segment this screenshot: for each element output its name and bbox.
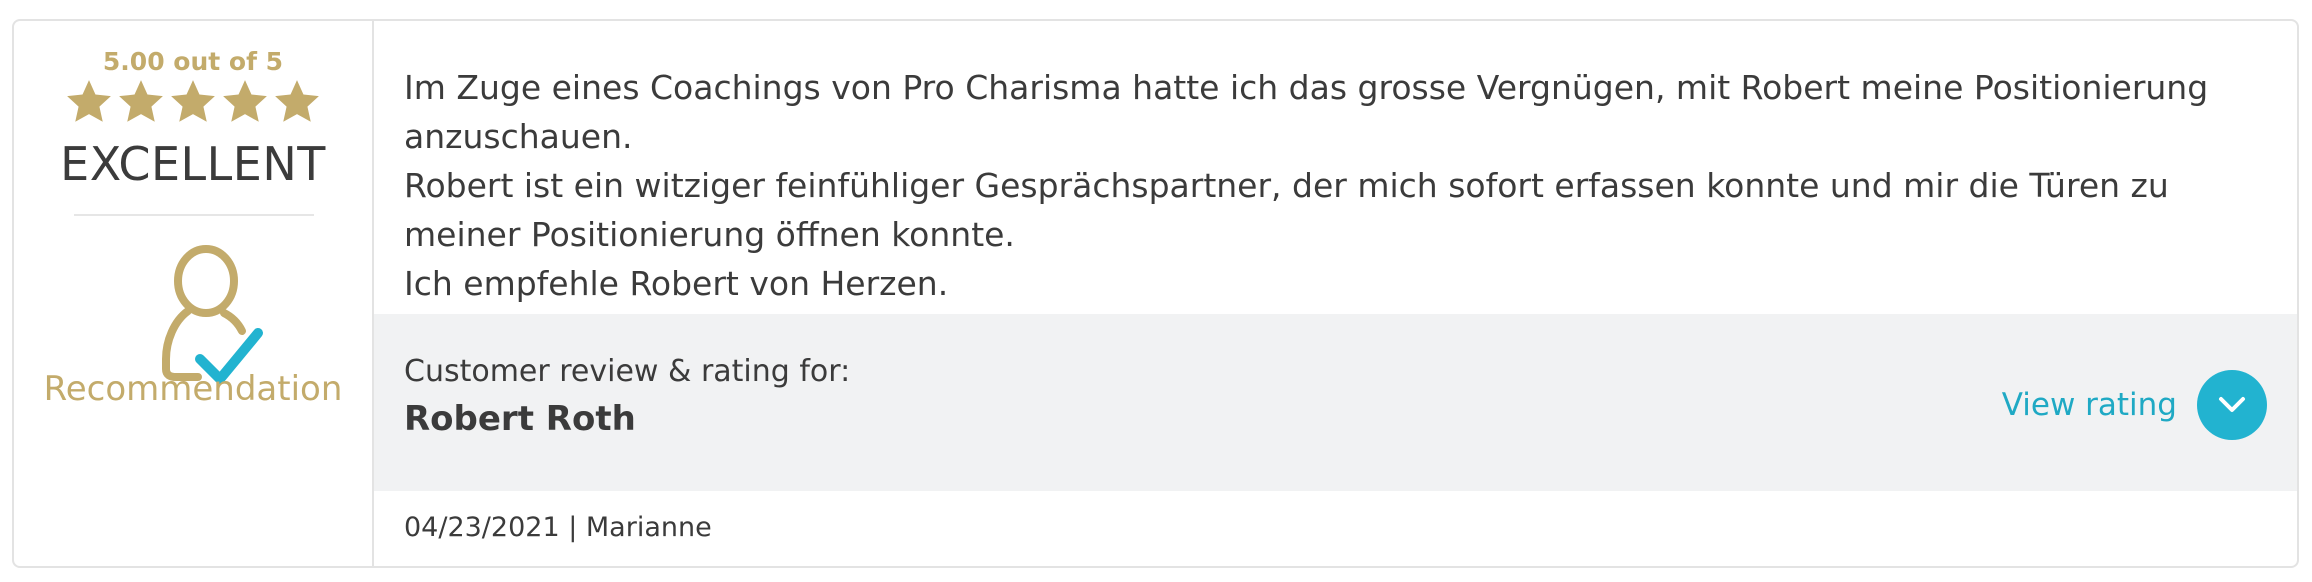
view-rating-button[interactable]: View rating — [2002, 370, 2267, 440]
reviewed-person-name: Robert Roth — [404, 399, 636, 439]
star-icon — [223, 80, 267, 122]
review-card: 5.00 out of 5 EXCELLENT Recommendation I… — [12, 19, 2299, 568]
score-text: 5.00 out of 5 — [102, 47, 284, 76]
recommendation-label: Recommendation — [43, 369, 343, 409]
divider — [74, 214, 314, 216]
review-paragraph: Im Zuge eines Coachings von Pro Charisma… — [404, 68, 2209, 156]
review-text: Im Zuge eines Coachings von Pro Charisma… — [404, 63, 2257, 308]
star-icon — [171, 80, 215, 122]
rating-panel: 5.00 out of 5 EXCELLENT Recommendation — [14, 21, 374, 566]
review-paragraph: Ich empfehle Robert von Herzen. — [404, 264, 949, 303]
star-icon — [67, 80, 111, 122]
review-meta: 04/23/2021 | Marianne — [404, 512, 712, 543]
review-for-label: Customer review & rating for: — [404, 354, 851, 389]
review-subject-box: Customer review & rating for: Robert Rot… — [374, 314, 2297, 491]
rating-grade: EXCELLENT — [60, 137, 326, 191]
review-content: Im Zuge eines Coachings von Pro Charisma… — [374, 21, 2297, 566]
view-rating-label[interactable]: View rating — [2002, 387, 2177, 423]
expand-button[interactable] — [2197, 370, 2267, 440]
chevron-down-icon — [2219, 397, 2245, 412]
star-rating — [14, 77, 372, 127]
star-icon — [119, 80, 163, 122]
review-paragraph: Robert ist ein witziger feinfühliger Ges… — [404, 166, 2169, 254]
star-icon — [275, 80, 319, 122]
